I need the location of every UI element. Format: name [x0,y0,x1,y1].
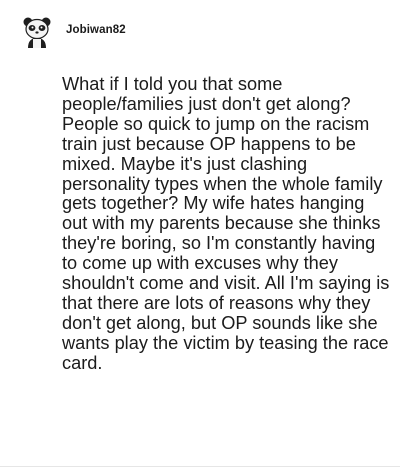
comment-card: Jobiwan82 What if I told you that some p… [0,0,400,467]
comment-body: What if I told you that some people/fami… [62,74,390,373]
panda-avatar-icon[interactable] [20,15,54,49]
username[interactable]: Jobiwan82 [66,24,126,36]
comment-header: Jobiwan82 [20,14,126,50]
